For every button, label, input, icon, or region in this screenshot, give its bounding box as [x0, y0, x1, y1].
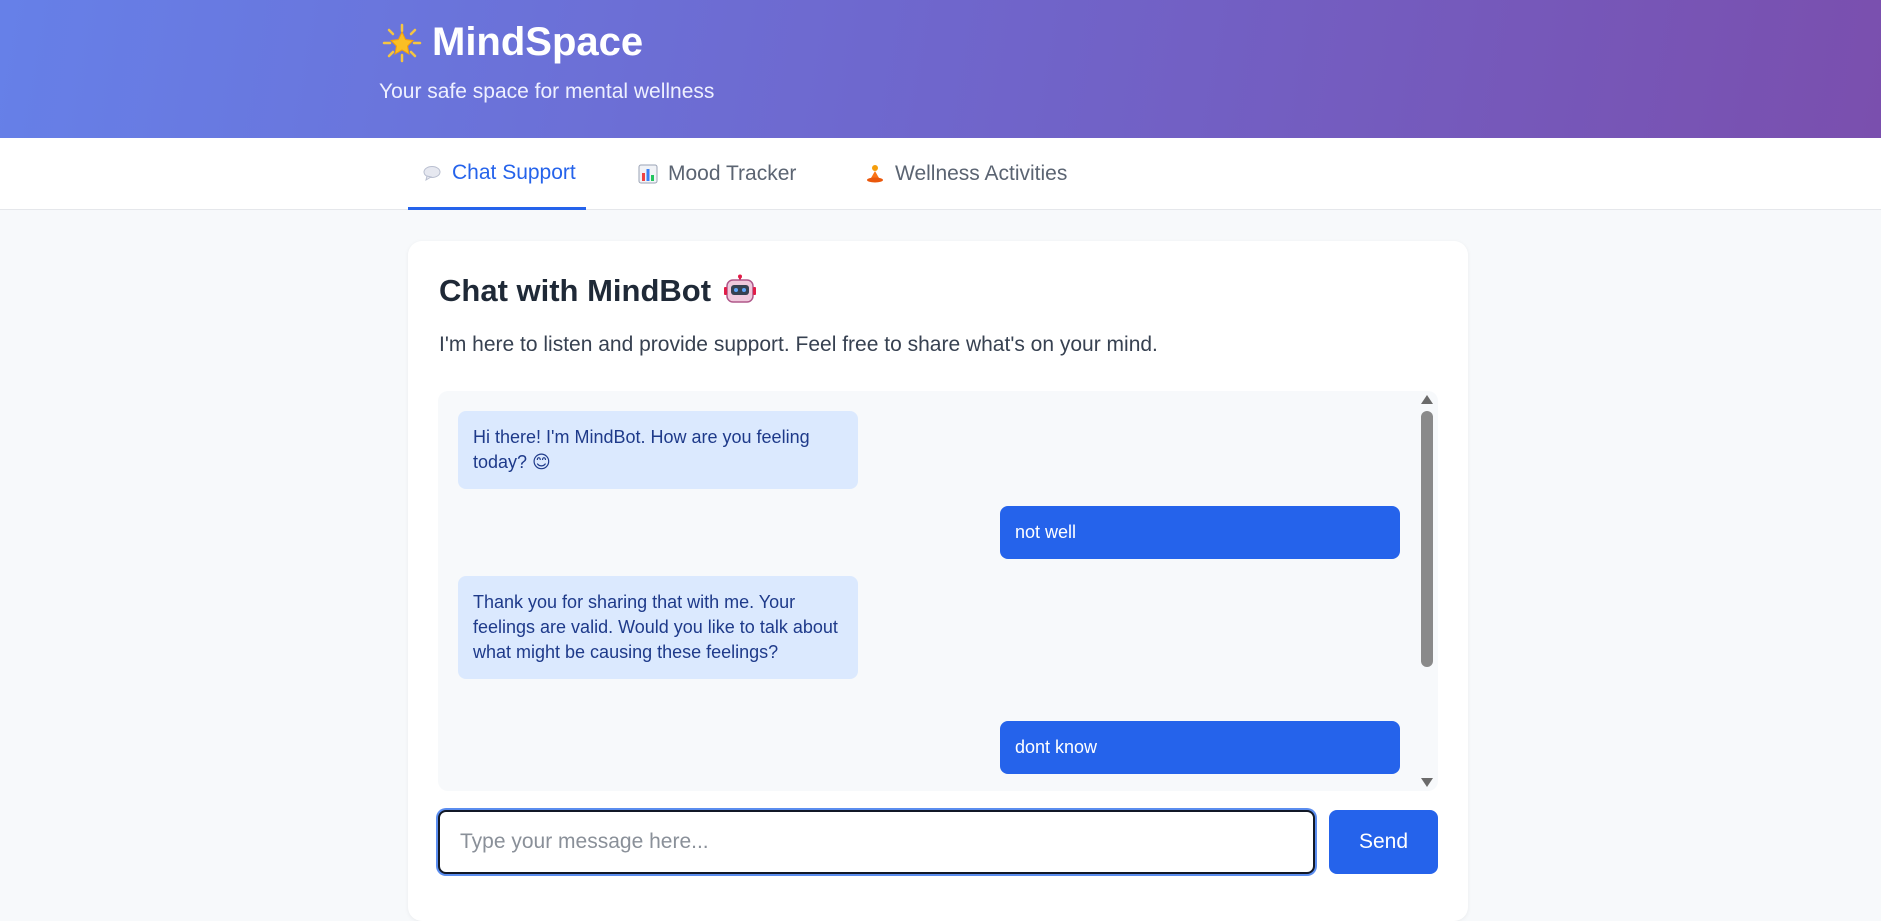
- tab-label: Wellness Activities: [895, 162, 1068, 185]
- glowing-star-icon: [382, 23, 422, 63]
- user-message: dont know: [1000, 721, 1400, 774]
- brand: MindSpace: [382, 20, 643, 65]
- tab-wellness-activities[interactable]: Wellness Activities: [865, 138, 1067, 210]
- scroll-up-arrow-icon[interactable]: [1421, 395, 1433, 404]
- bot-message: Thank you for sharing that with me. Your…: [458, 576, 858, 679]
- bar-chart-icon: [638, 164, 658, 184]
- bot-message: Hi there! I'm MindBot. How are you feeli…: [458, 411, 858, 489]
- app-header: MindSpace Your safe space for mental wel…: [0, 0, 1881, 138]
- robot-icon: [723, 274, 757, 308]
- speech-bubble-icon: [422, 163, 442, 183]
- tab-label: Mood Tracker: [668, 162, 797, 185]
- scroll-thumb[interactable]: [1421, 411, 1433, 667]
- message-input[interactable]: [438, 810, 1315, 874]
- app-subtitle: Your safe space for mental wellness: [379, 80, 715, 103]
- tab-chat-support[interactable]: Chat Support: [408, 138, 586, 210]
- app-title: MindSpace: [432, 20, 644, 64]
- user-message: not well: [1000, 506, 1400, 559]
- chat-scrollbar[interactable]: [1420, 395, 1434, 787]
- tab-label: Chat Support: [452, 160, 576, 184]
- chat-card: Chat with MindBot I'm here to listen and…: [408, 241, 1468, 921]
- meditation-icon: [865, 164, 885, 184]
- chat-messages[interactable]: Hi there! I'm MindBot. How are you feeli…: [438, 391, 1438, 791]
- chat-title: Chat with MindBot: [439, 273, 757, 309]
- chat-title-text: Chat with MindBot: [439, 273, 712, 308]
- tab-mood-tracker[interactable]: Mood Tracker: [638, 138, 796, 210]
- chat-description: I'm here to listen and provide support. …: [439, 333, 1158, 356]
- send-button[interactable]: Send: [1329, 810, 1438, 874]
- tab-bar: Chat Support Mood Tracker Wellness Activ…: [0, 138, 1881, 210]
- scroll-down-arrow-icon[interactable]: [1421, 778, 1433, 787]
